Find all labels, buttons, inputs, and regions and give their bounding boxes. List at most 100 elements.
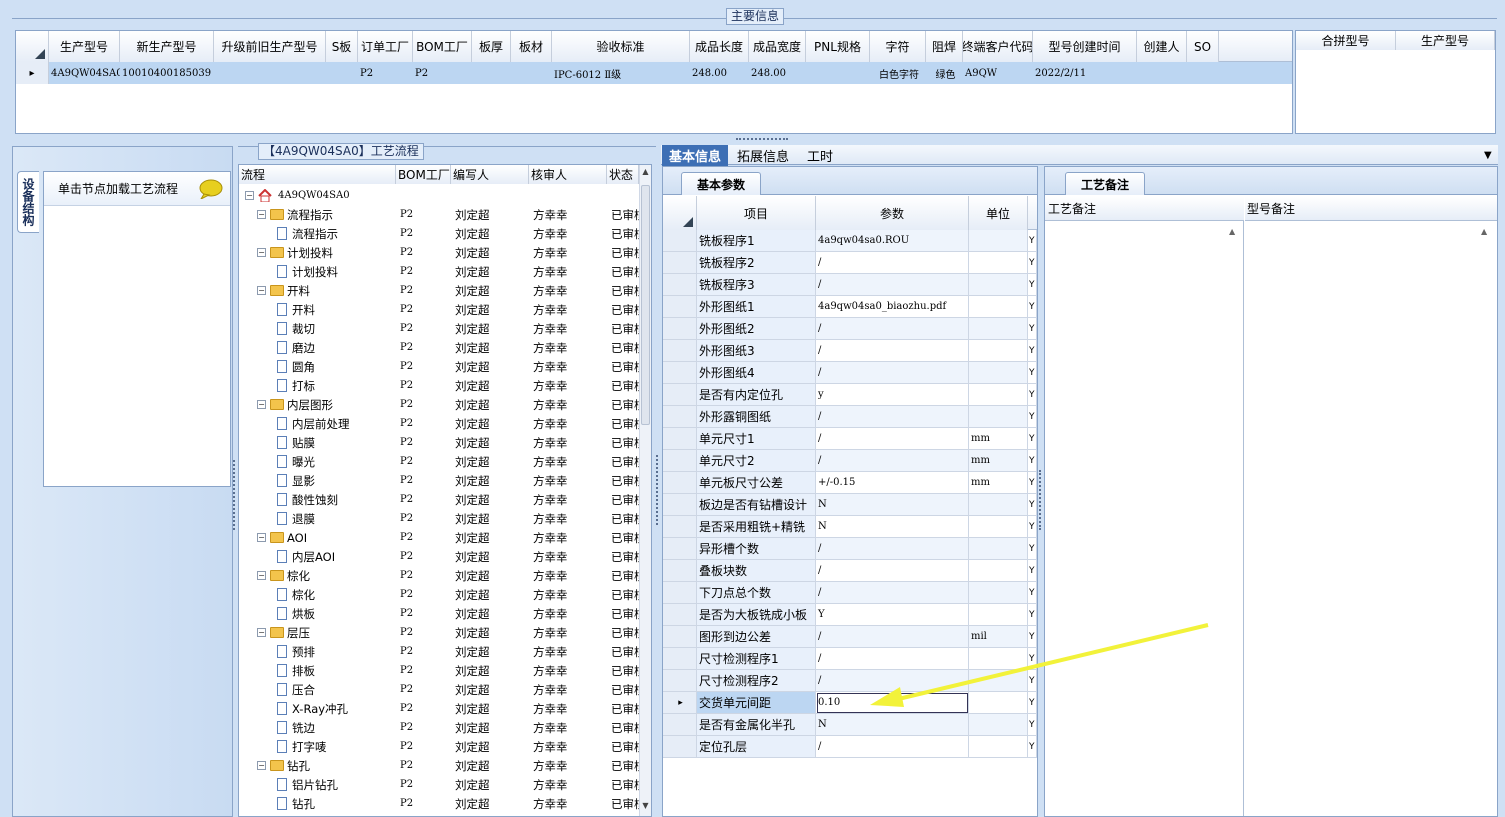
param-item[interactable]: 叠板块数 (697, 560, 816, 582)
vertical-splitter-right[interactable] (1039, 470, 1043, 530)
column-header[interactable]: 状态 (607, 165, 639, 184)
tree-row[interactable]: 裁切 P2 刘定超 方幸幸 已审核 (239, 319, 649, 338)
tree-node[interactable]: 退膜 (277, 509, 396, 528)
param-unit[interactable] (969, 560, 1028, 582)
column-header[interactable]: 项目 (697, 196, 816, 230)
table-cell[interactable] (214, 62, 326, 84)
table-cell[interactable] (1187, 62, 1219, 84)
collapse-icon[interactable]: − (257, 571, 266, 580)
table-row[interactable]: 外形图纸4/ Y (663, 362, 1037, 384)
vertical-splitter-left[interactable] (233, 460, 237, 530)
collapse-icon[interactable]: − (257, 400, 266, 409)
tree-row[interactable]: − 棕化 P2 刘定超 方幸幸 已审核 (239, 566, 649, 585)
tree-row[interactable]: 酸性蚀刻 P2 刘定超 方幸幸 已审核 (239, 490, 649, 509)
param-value[interactable]: / (816, 340, 969, 362)
param-value[interactable]: 4a9qw04sa0_biaozhu.pdf (816, 296, 969, 318)
table-cell[interactable]: 绿色 (926, 62, 963, 84)
param-value[interactable]: N (816, 494, 969, 516)
param-unit[interactable]: mm (969, 472, 1028, 494)
tree-node[interactable]: − 层压 (257, 623, 396, 642)
tree-row[interactable]: 计划投料 P2 刘定超 方幸幸 已审核 (239, 262, 649, 281)
tree-node[interactable]: 磨边 (277, 338, 396, 357)
param-unit[interactable] (969, 274, 1028, 296)
table-row[interactable]: 单元尺寸1/mm Y (663, 428, 1037, 450)
tree-row[interactable]: 开料 P2 刘定超 方幸幸 已审核 (239, 300, 649, 319)
tree-node[interactable]: 烘板 (277, 604, 396, 623)
param-item[interactable]: 单元板尺寸公差 (697, 472, 816, 494)
column-header[interactable]: 成品宽度 (749, 31, 806, 62)
param-item[interactable]: 图形到边公差 (697, 626, 816, 648)
param-value[interactable]: / (816, 736, 969, 758)
merge-model-grid[interactable]: 合拼型号 生产型号 (1295, 30, 1496, 134)
table-cell[interactable]: P2 (413, 62, 472, 84)
scroll-up-icon[interactable]: ▲ (641, 167, 650, 176)
column-header[interactable]: BOM工厂 (396, 165, 451, 184)
table-row[interactable]: 叠板块数 / Y (663, 560, 1037, 582)
param-unit[interactable] (969, 318, 1028, 340)
param-value[interactable]: N (816, 714, 969, 736)
param-item[interactable]: 是否有内定位孔 (697, 384, 816, 406)
table-row[interactable]: 铣板程序1 4a9qw04sa0.ROU Y (663, 230, 1037, 252)
tree-row[interactable]: 磨边 P2 刘定超 方幸幸 已审核 (239, 338, 649, 357)
param-item[interactable]: 是否为大板铣成小板 (697, 604, 816, 626)
collapse-icon[interactable]: − (257, 761, 266, 770)
tree-row[interactable]: 显影 P2 刘定超 方幸幸 已审核 (239, 471, 649, 490)
tree-node[interactable]: 打标 (277, 376, 396, 395)
table-row[interactable]: 外形露铜图纸 / Y (663, 406, 1037, 428)
column-header[interactable]: BOM工厂 (413, 31, 472, 62)
column-header[interactable]: 编写人 (451, 165, 529, 184)
scroll-thumb[interactable] (641, 185, 650, 425)
tree-node[interactable]: 贴膜 (277, 433, 396, 452)
tree-row[interactable]: − 层压 P2 刘定超 方幸幸 已审核 (239, 623, 649, 642)
tree-row[interactable]: X-Ray冲孔 P2 刘定超 方幸幸 已审核 (239, 699, 649, 718)
tree-row[interactable]: 贴膜 P2 刘定超 方幸幸 已审核 (239, 433, 649, 452)
param-item[interactable]: 板边是否有钻槽设计 (697, 494, 816, 516)
param-value[interactable]: / (816, 450, 969, 472)
tree-row[interactable]: 圆角 P2 刘定超 方幸幸 已审核 (239, 357, 649, 376)
param-item[interactable]: 外形图纸4 (697, 362, 816, 384)
tree-node[interactable]: 铣边 (277, 718, 396, 737)
column-header[interactable]: 单位 (969, 196, 1028, 230)
table-row[interactable]: ▸ 4A9QW04SA0 10010400185039 P2 P2 IPC-6012 Ⅱ级… (16, 62, 1292, 84)
param-item[interactable]: 是否采用粗铣+精铣 (697, 516, 816, 538)
param-item[interactable]: 下刀点总个数 (697, 582, 816, 604)
param-item[interactable]: 单元尺寸1 (697, 428, 816, 450)
column-header[interactable]: 流程 (239, 165, 396, 184)
tree-node[interactable]: − 钻孔 (257, 756, 396, 775)
column-header[interactable]: 新生产型号 (120, 31, 214, 62)
tree-row[interactable]: 退膜 P2 刘定超 方幸幸 已审核 (239, 509, 649, 528)
tree-row[interactable]: 曝光 P2 刘定超 方幸幸 已审核 (239, 452, 649, 471)
tab-device-structure[interactable]: 设备结构 (17, 171, 39, 233)
tree-row[interactable]: − 流程指示 P2 刘定超 方幸幸 已审核 (239, 205, 649, 224)
column-header[interactable]: 生产型号 (1396, 31, 1495, 50)
process-scrollbar[interactable]: ▲ ▼ (639, 165, 651, 816)
param-unit[interactable] (969, 516, 1028, 538)
tree-node[interactable]: 开料 (277, 300, 396, 319)
param-unit[interactable] (969, 362, 1028, 384)
params-grid[interactable]: 项目 参数 单位 铣板程序1 4a9qw04sa0.ROU Y 铣板程序2/Y 铣板程序3/… (663, 196, 1037, 816)
column-header[interactable]: 板材 (511, 31, 552, 62)
table-row[interactable]: 铣板程序3/ Y (663, 274, 1037, 296)
collapse-icon[interactable]: − (257, 286, 266, 295)
column-header[interactable]: 核审人 (529, 165, 607, 184)
param-unit[interactable] (969, 714, 1028, 736)
table-cell[interactable] (511, 62, 552, 84)
column-header[interactable]: 升级前旧生产型号 (214, 31, 326, 62)
param-value[interactable]: / (816, 428, 969, 450)
notes-scroll-up-icon[interactable]: ▲ (1229, 227, 1235, 236)
tree-node[interactable]: 压合 (277, 680, 396, 699)
param-value[interactable]: N (816, 516, 969, 538)
tree-row[interactable]: − 开料 P2 刘定超 方幸幸 已审核 (239, 281, 649, 300)
tree-row[interactable]: − 内层图形 P2 刘定超 方幸幸 已审核 (239, 395, 649, 414)
column-header[interactable]: 验收标准 (552, 31, 690, 62)
param-unit[interactable] (969, 384, 1028, 406)
column-header[interactable]: 型号创建时间 (1033, 31, 1137, 62)
param-unit[interactable] (969, 494, 1028, 516)
tree-node[interactable]: 曝光 (277, 452, 396, 471)
table-row[interactable]: 是否采用粗铣+精铣 N Y (663, 516, 1037, 538)
tree-row[interactable]: 内层前处理 P2 刘定超 方幸幸 已审核 (239, 414, 649, 433)
table-row[interactable]: 单元板尺寸公差 +/-0.15 mm Y (663, 472, 1037, 494)
param-item[interactable]: 定位孔层 (697, 736, 816, 758)
param-value[interactable]: / (816, 362, 969, 384)
tree-node[interactable]: 圆角 (277, 357, 396, 376)
